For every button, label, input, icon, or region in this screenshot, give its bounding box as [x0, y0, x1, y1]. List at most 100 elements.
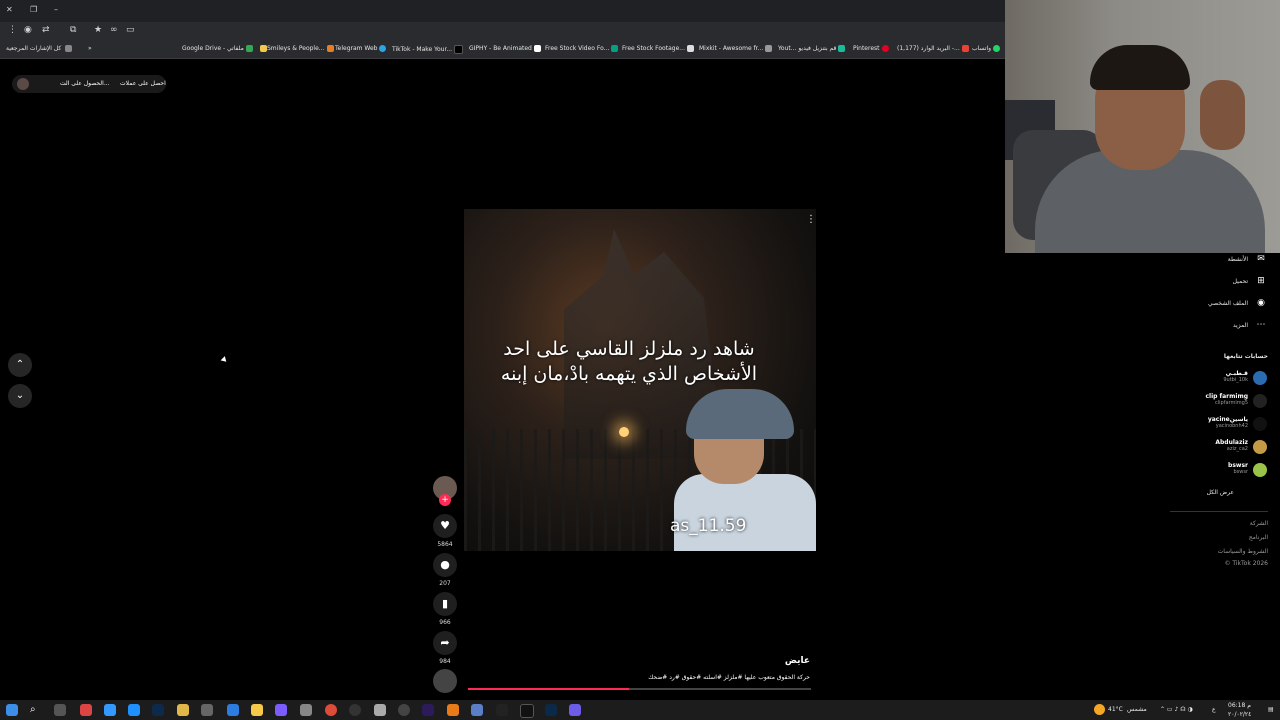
app-icon[interactable]	[471, 704, 483, 716]
all-bookmarks[interactable]: كل الإشارات المرجعية	[6, 45, 73, 52]
close-icon[interactable]: ✕	[6, 5, 13, 14]
app-icon[interactable]	[104, 704, 116, 716]
following-account[interactable]: قـطبـي 9utbi_10k	[1148, 370, 1248, 383]
bookmark-item[interactable]: Smileys & People...	[258, 45, 334, 52]
bookmark-item[interactable]: Pinterest	[853, 45, 889, 52]
avatar[interactable]	[17, 78, 29, 90]
clock-date[interactable]: ٢٠/٠٢/٢٤	[1228, 711, 1251, 718]
bookmark-item[interactable]: (1,177) البريد الوارد -...	[897, 45, 969, 52]
comment-icon[interactable]: ●	[433, 553, 457, 577]
tiktok-icon	[454, 45, 464, 54]
avatar[interactable]	[1253, 417, 1267, 431]
profile-icon[interactable]: ◉	[1255, 298, 1267, 310]
avatar[interactable]	[1253, 394, 1267, 408]
clock-time[interactable]: 06:18 م	[1228, 702, 1251, 709]
footer-terms[interactable]: الشروط والسياسات	[1218, 548, 1268, 555]
app-icon[interactable]	[569, 704, 581, 716]
gmail-icon	[961, 45, 969, 52]
mixkit-icon	[765, 45, 773, 52]
bookmark-item[interactable]: TikTok - Make Your...	[392, 45, 464, 54]
search-icon[interactable]: ⌕	[30, 704, 42, 716]
weather-desc[interactable]: مشمس	[1127, 706, 1147, 713]
menu-dots-icon[interactable]: ⋮	[8, 25, 17, 35]
avatar[interactable]	[1253, 440, 1267, 454]
previous-video-button[interactable]: ⌃	[8, 353, 32, 377]
profile-icon[interactable]: ◉	[24, 25, 32, 35]
weather-temp[interactable]: 41°C	[1108, 706, 1123, 713]
bookmark-item[interactable]: Google Drive - ملفاتي	[182, 45, 253, 52]
sidebar-item-activity[interactable]: الأنشطة	[1228, 256, 1248, 263]
app-icon[interactable]	[300, 704, 312, 716]
bookmark-item[interactable]: Free Stock Video Fo...	[545, 45, 619, 52]
app-icon[interactable]	[128, 704, 140, 716]
following-account[interactable]: yacineياسين yacinobnh42	[1148, 416, 1248, 429]
chrome-icon[interactable]	[325, 704, 337, 716]
notification-icon[interactable]: ▤	[1268, 706, 1274, 713]
video-author[interactable]: عايض	[740, 656, 810, 666]
see-all-link[interactable]: عرض الكل	[1207, 489, 1234, 496]
cast-icon[interactable]: ▭	[126, 25, 135, 35]
footer-program[interactable]: البرنامج	[1249, 534, 1268, 541]
like-icon[interactable]: ♥	[433, 514, 457, 538]
discord-icon[interactable]	[275, 704, 287, 716]
bookmark-icon[interactable]: ▮	[433, 592, 457, 616]
app-icon[interactable]	[201, 704, 213, 716]
divider	[1170, 511, 1268, 512]
sidebar-item-more[interactable]: المزيد	[1233, 322, 1248, 329]
next-video-button[interactable]: ⌄	[8, 384, 32, 408]
photoshop-icon[interactable]	[545, 704, 557, 716]
bookmark-item[interactable]: Free Stock Footage...	[622, 45, 694, 52]
premiere-icon[interactable]	[422, 704, 434, 716]
follow-plus-icon[interactable]: +	[439, 494, 451, 506]
bookmark-item[interactable]: GIPHY - Be Animated	[469, 45, 541, 52]
sidebar-item-upload[interactable]: تحميل	[1233, 278, 1248, 285]
app-icon[interactable]	[374, 704, 386, 716]
tray-icons[interactable]: ⌃ ▭ ♪ ☊ ◑	[1160, 706, 1193, 713]
app-icon[interactable]	[496, 704, 508, 716]
music-disc-icon[interactable]	[433, 669, 457, 693]
folder-icon	[65, 45, 73, 52]
minimize-icon[interactable]: –	[54, 5, 58, 14]
steam-icon[interactable]	[152, 704, 164, 716]
extensions-puzzle-icon[interactable]: ⧉	[70, 25, 76, 35]
app-icon[interactable]	[398, 704, 410, 716]
bookmarks-overflow-icon[interactable]: »	[88, 45, 92, 52]
bookmark-item[interactable]: Yout... قم بتنزيل فيديو	[778, 45, 846, 52]
video-player[interactable]: شاهد رد ملزلز القاسي على احد الأشخاص الذ…	[464, 209, 816, 551]
upload-icon[interactable]: ⊞	[1255, 276, 1267, 288]
sidebar-item-profile[interactable]: الملف الشخصي	[1208, 300, 1248, 307]
video-more-icon[interactable]: ⋮	[806, 214, 816, 225]
weather-sun-icon[interactable]	[1094, 704, 1105, 715]
share-icon[interactable]: ➦	[433, 631, 457, 655]
start-icon[interactable]	[6, 704, 18, 716]
bookmark-item[interactable]: Mixkit - Awesome fr...	[699, 45, 773, 52]
share-icon[interactable]: ∞	[110, 25, 118, 35]
avatar[interactable]	[1253, 371, 1267, 385]
app-icon[interactable]	[80, 704, 92, 716]
share-count: 984	[439, 658, 451, 665]
bookmark-item[interactable]: Telegram Web	[335, 45, 387, 52]
more-icon[interactable]: ⋯	[1255, 320, 1267, 332]
extension-icon[interactable]: ⇄	[42, 25, 50, 35]
following-account[interactable]: Abdulaziz aziz_ca2	[1148, 439, 1248, 452]
inbox-icon[interactable]: ✉	[1255, 254, 1267, 266]
app-icon[interactable]	[227, 704, 239, 716]
tiktok-icon[interactable]	[520, 704, 534, 718]
get-app-banner[interactable]: الحصول على الت... احصل على عملات	[12, 75, 166, 93]
footer-company[interactable]: الشركة	[1250, 520, 1268, 527]
avatar[interactable]	[1253, 463, 1267, 477]
obs-icon[interactable]	[349, 704, 361, 716]
following-account[interactable]: clip farmimg clipfarmimg5	[1148, 393, 1248, 406]
app-icon[interactable]	[251, 704, 263, 716]
file-explorer-icon[interactable]	[177, 704, 189, 716]
following-account[interactable]: bswsr bswsr	[1148, 462, 1248, 475]
get-app-link[interactable]: الحصول على الت...	[60, 80, 110, 87]
bookmark-item[interactable]: واتساب	[972, 45, 1001, 52]
video-description[interactable]: حركة الحقوق متعوب عليها #ملزلز #اسلته #ح…	[560, 674, 810, 681]
bookmark-star-icon[interactable]: ★	[94, 25, 102, 35]
restore-icon[interactable]: ❐	[30, 5, 37, 14]
task-view-icon[interactable]	[54, 704, 66, 716]
input-language[interactable]: ع	[1212, 706, 1216, 713]
get-coins-link[interactable]: احصل على عملات	[120, 80, 166, 87]
app-icon[interactable]	[447, 704, 459, 716]
